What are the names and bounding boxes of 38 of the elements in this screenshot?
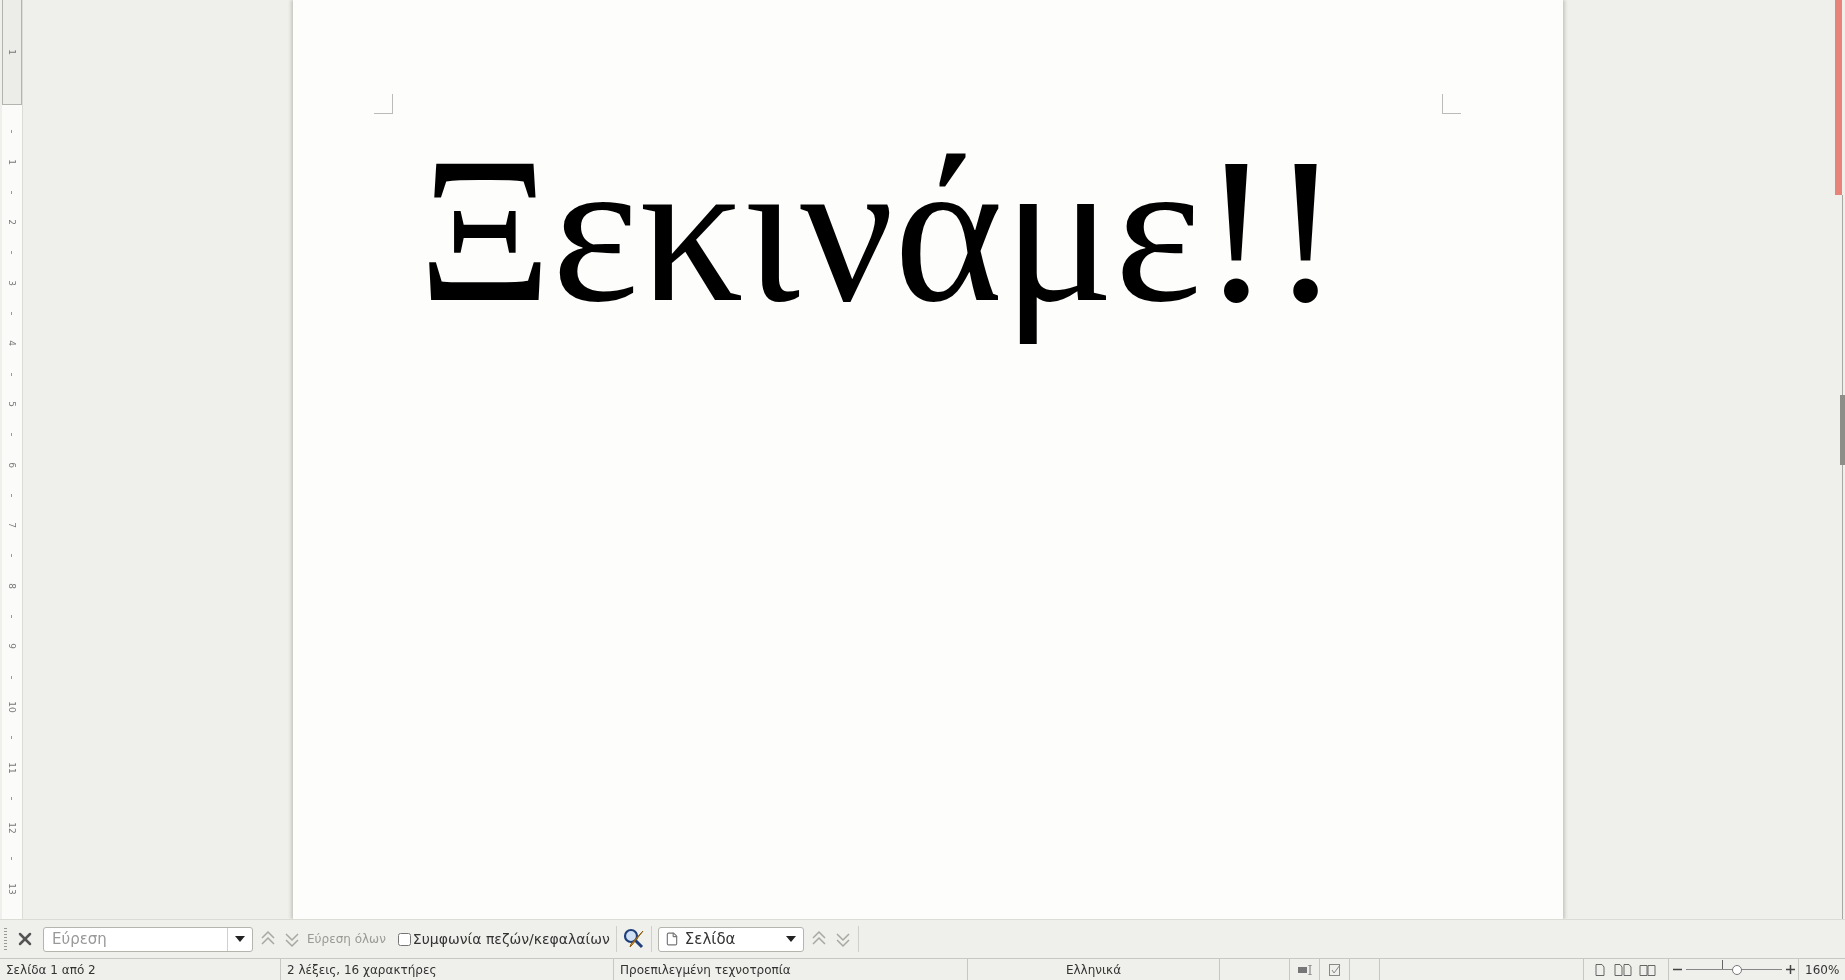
caret-icon	[235, 936, 245, 942]
zoom-level[interactable]: 160%	[1805, 962, 1840, 977]
document-icon	[664, 932, 679, 946]
ruler-number: 1	[7, 48, 17, 55]
ruler-number: 4	[7, 340, 17, 347]
ruler-number: 11	[7, 761, 17, 774]
match-case-checkbox[interactable]	[397, 932, 411, 946]
insert-mode-icon	[1297, 964, 1312, 975]
ruler-number: 10	[7, 701, 17, 713]
search-by-dropdown[interactable]: Σελίδα	[657, 926, 804, 952]
sidebar-handle[interactable]	[1840, 395, 1845, 465]
page-count: Σελίδα 1 από 2	[6, 962, 96, 977]
zoom-in-icon[interactable]	[1785, 965, 1795, 974]
ruler-number: 8	[7, 582, 17, 589]
margin-corner-mark	[374, 94, 393, 114]
caret-icon	[785, 936, 796, 942]
document-check-icon	[1328, 963, 1341, 976]
match-case-label[interactable]: Συμφωνία πεζών/κεφαλαίων	[412, 931, 610, 947]
find-replace-icon[interactable]	[622, 928, 645, 950]
view-layout-icons[interactable]	[1595, 963, 1657, 976]
ruler-number: 5	[7, 401, 17, 407]
document-heading: Ξεκινάμε!!	[417, 114, 1342, 347]
ruler-number: 3	[7, 279, 17, 286]
ruler-number: 2	[7, 219, 17, 226]
ruler-number: 1	[7, 158, 17, 165]
search-field[interactable]: Εύρεση	[50, 929, 221, 949]
search-combobox[interactable]: Εύρεση	[43, 926, 253, 952]
ruler-number: 6	[7, 461, 17, 468]
margin-corner-mark	[1442, 94, 1461, 114]
language: Ελληνικά	[1065, 962, 1122, 977]
ruler-number: 12	[7, 822, 17, 834]
toolbar-grip[interactable]	[4, 928, 7, 950]
scrollbar-thumb[interactable]	[1835, 0, 1842, 195]
ruler-number: 7	[7, 522, 17, 528]
page-style: Προεπιλεγμένη τεχνοτροπία	[620, 962, 791, 977]
word-count: 2 λέξεις, 16 χαρακτήρες	[287, 962, 437, 977]
ruler-number: 9	[7, 643, 17, 650]
ruler-number: 13	[7, 883, 17, 895]
